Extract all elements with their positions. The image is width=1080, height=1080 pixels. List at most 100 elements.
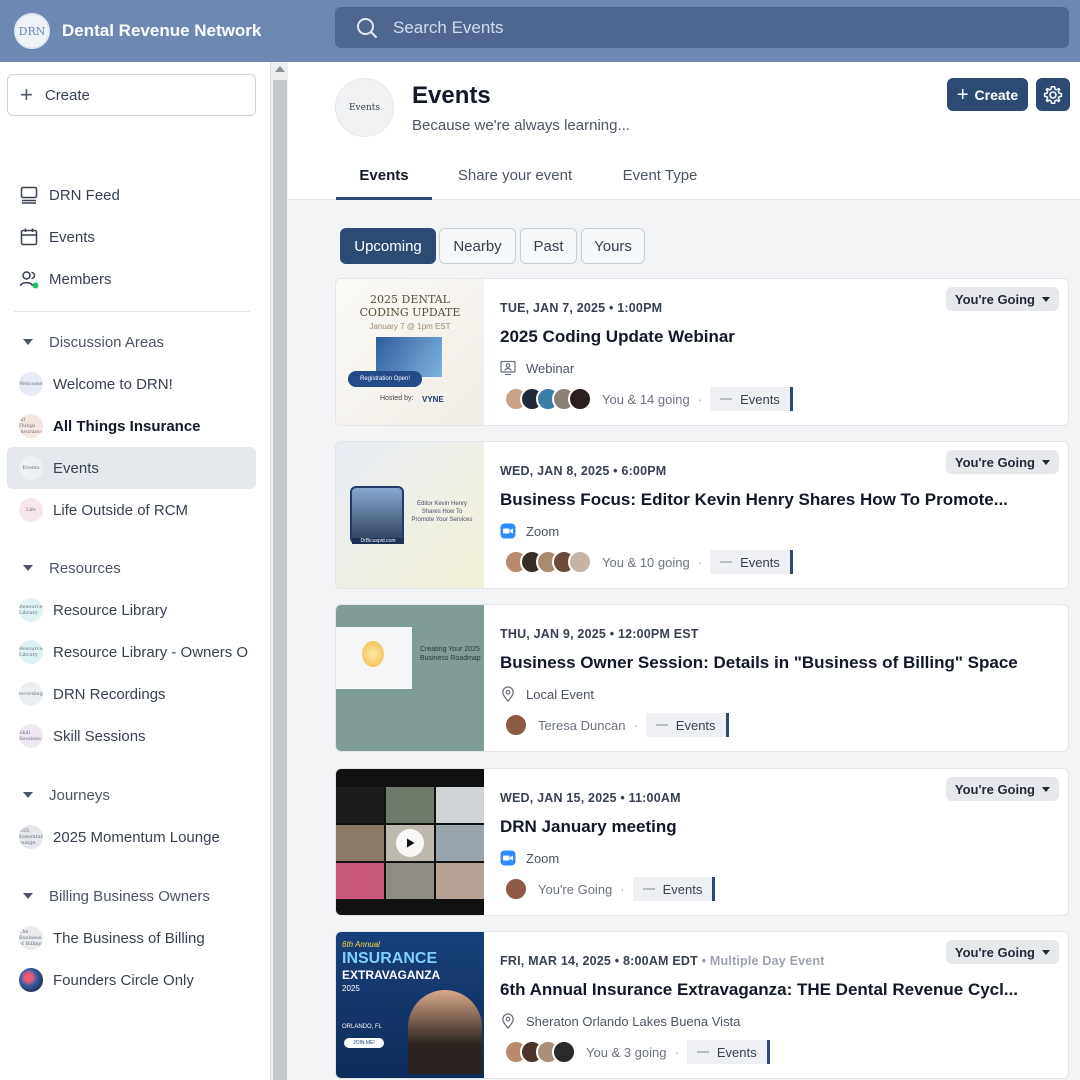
event-card[interactable]: 6th Annual INSURANCE EXTRAVAGANZA 2025 O… xyxy=(335,931,1069,1079)
space-tag-label: Events xyxy=(675,717,716,733)
filter-upcoming[interactable]: Upcoming xyxy=(340,228,436,264)
event-image[interactable]: DrBicuspid.com Editor Kevin Henry Shares… xyxy=(336,442,484,588)
attendee-avatars[interactable] xyxy=(504,1040,576,1064)
event-space-tag[interactable]: Events xyxy=(645,713,729,737)
sidebar-item-drn-feed[interactable]: DRN Feed xyxy=(7,174,256,216)
attendee-avatars[interactable] xyxy=(504,387,592,411)
event-card[interactable]: DrBicuspid.com Editor Kevin Henry Shares… xyxy=(335,441,1069,589)
event-location-label: Sheraton Orlando Lakes Buena Vista xyxy=(526,1013,741,1029)
search-input[interactable]: Search Events xyxy=(335,7,1069,48)
sidebar-item-resource-library-owners[interactable]: Resource Library Resource Library - Owne… xyxy=(7,631,256,673)
lightbulb-icon xyxy=(362,641,384,667)
event-space-tag[interactable]: Events xyxy=(632,877,716,901)
tab-share-your-event[interactable]: Share your event xyxy=(448,157,582,200)
tab-events[interactable]: Events xyxy=(336,157,432,200)
create-event-button[interactable]: + Create xyxy=(947,78,1028,111)
sidebar-item-events-space[interactable]: Events Events xyxy=(7,447,256,489)
event-card[interactable]: WED, JAN 15, 2025 • 11:00AM DRN January … xyxy=(335,768,1069,916)
event-image[interactable]: 6th Annual INSURANCE EXTRAVAGANZA 2025 O… xyxy=(336,932,484,1078)
space-thumbnail: Resource Library xyxy=(19,598,43,622)
brand[interactable]: DRN Dental Revenue Network xyxy=(0,13,335,49)
event-image-line1: 2025 DENTAL xyxy=(370,293,450,306)
filter-past[interactable]: Past xyxy=(520,228,577,264)
rsvp-dropdown[interactable]: You're Going xyxy=(945,450,1059,474)
separator-dot: · xyxy=(633,717,638,733)
event-location: Webinar xyxy=(500,360,574,376)
sidebar-item-all-things-insurance[interactable]: All Things Insurance All Things Insuranc… xyxy=(7,405,256,447)
scroll-thumb[interactable] xyxy=(273,80,287,1080)
sidebar-item-life-outside-rcm[interactable]: Life Life Outside of RCM xyxy=(7,489,256,531)
scroll-up-arrow-icon[interactable] xyxy=(275,66,285,72)
rsvp-dropdown[interactable]: You're Going xyxy=(945,940,1059,964)
section-toggle-journeys[interactable]: Journeys xyxy=(7,777,256,813)
event-image[interactable] xyxy=(336,769,484,915)
event-title[interactable]: Business Focus: Editor Kevin Henry Share… xyxy=(500,490,1040,510)
event-title[interactable]: 6th Annual Insurance Extravaganza: THE D… xyxy=(500,980,1040,1000)
sidebar-item-skill-sessions[interactable]: Skill Sessions Skill Sessions xyxy=(7,715,256,757)
section-toggle-resources[interactable]: Resources xyxy=(7,550,256,586)
section-toggle-billing-business-owners[interactable]: Billing Business Owners xyxy=(7,878,256,914)
sidebar-create-button[interactable]: + Create xyxy=(7,74,256,116)
caret-down-icon xyxy=(1042,949,1050,955)
sidebar-item-resource-library[interactable]: Resource Library Resource Library xyxy=(7,589,256,631)
space-thumbnail: 2025 Momentum Lounge xyxy=(19,825,43,849)
brand-name[interactable]: Dental Revenue Network xyxy=(62,21,261,41)
event-space-tag[interactable]: Events xyxy=(710,550,793,574)
calendar-icon xyxy=(19,227,39,247)
play-button[interactable] xyxy=(396,829,424,857)
sidebar-item-events-calendar[interactable]: Events xyxy=(7,216,256,258)
event-date: WED, JAN 8, 2025 • 6:00PM xyxy=(500,464,667,478)
event-card[interactable]: 2025 DENTAL CODING UPDATE January 7 @ 1p… xyxy=(335,278,1069,426)
event-title[interactable]: 2025 Coding Update Webinar xyxy=(500,327,1040,347)
rsvp-label: You're Going xyxy=(954,944,1035,960)
attendee-avatars[interactable] xyxy=(504,550,592,574)
space-thumbnail: Resource Library xyxy=(19,640,43,664)
sidebar-item-label: Resource Library xyxy=(53,601,168,619)
settings-button[interactable] xyxy=(1036,78,1070,111)
event-image-line3: January 7 @ 1pm EST xyxy=(369,322,451,331)
pin-icon xyxy=(500,686,516,702)
section-toggle-discussion-areas[interactable]: Discussion Areas xyxy=(7,324,256,360)
event-space-tag[interactable]: Events xyxy=(710,387,793,411)
sidebar-item-momentum-lounge[interactable]: 2025 Momentum Lounge 2025 Momentum Loung… xyxy=(7,816,256,858)
rsvp-label: You're Going xyxy=(954,781,1035,797)
caret-down-icon xyxy=(23,792,33,798)
attendee-avatars[interactable] xyxy=(504,713,528,737)
rsvp-dropdown[interactable]: You're Going xyxy=(945,777,1059,801)
event-location-label: Zoom xyxy=(526,850,560,866)
event-date: FRI, MAR 14, 2025 • 8:00AM EDT • Multipl… xyxy=(500,954,825,968)
brand-logo[interactable]: DRN xyxy=(14,13,50,49)
filter-nearby[interactable]: Nearby xyxy=(439,228,516,264)
event-attendees: Teresa Duncan · Events xyxy=(504,712,729,738)
event-image[interactable]: Creating Your 2025 Business Roadmap xyxy=(336,605,484,751)
page-title: Events xyxy=(412,82,491,109)
sidebar-item-welcome[interactable]: Welcome Welcome to DRN! xyxy=(7,363,256,405)
sidebar-item-members[interactable]: Members xyxy=(7,258,256,300)
event-image-hosted: Hosted by: xyxy=(380,395,414,402)
event-space-tag[interactable]: Events xyxy=(686,1040,770,1064)
sidebar-item-label: Life Outside of RCM xyxy=(53,501,189,519)
space-tag-icon xyxy=(655,724,668,726)
sidebar-scrollbar[interactable] xyxy=(270,62,288,1080)
space-tag-icon xyxy=(720,561,733,563)
play-icon xyxy=(407,838,415,848)
event-title[interactable]: DRN January meeting xyxy=(500,817,1040,837)
rsvp-dropdown[interactable]: You're Going xyxy=(945,287,1059,311)
event-image-photo xyxy=(408,990,482,1074)
gear-icon xyxy=(1043,85,1063,104)
sidebar-item-business-of-billing[interactable]: The Business of Billing The Business of … xyxy=(7,917,256,959)
attendee-avatars[interactable] xyxy=(504,877,528,901)
filter-yours[interactable]: Yours xyxy=(581,228,645,264)
tab-event-type[interactable]: Event Type xyxy=(610,157,710,200)
event-image-line4: 2025 xyxy=(342,984,360,993)
create-event-label: Create xyxy=(974,86,1019,103)
event-image-badge: Registration Open! xyxy=(348,371,422,387)
sidebar-item-drn-recordings[interactable]: Recordings DRN Recordings xyxy=(7,673,256,715)
sidebar-item-founders-circle[interactable]: Founders Circle Only xyxy=(7,959,256,1001)
space-tag-label: Events xyxy=(740,554,780,570)
event-image[interactable]: 2025 DENTAL CODING UPDATE January 7 @ 1p… xyxy=(336,279,484,425)
section-title: Journeys xyxy=(49,786,110,804)
event-title[interactable]: Business Owner Session: Details in "Busi… xyxy=(500,653,1040,673)
event-card[interactable]: Creating Your 2025 Business Roadmap THU,… xyxy=(335,604,1069,752)
sidebar-divider xyxy=(14,311,250,312)
